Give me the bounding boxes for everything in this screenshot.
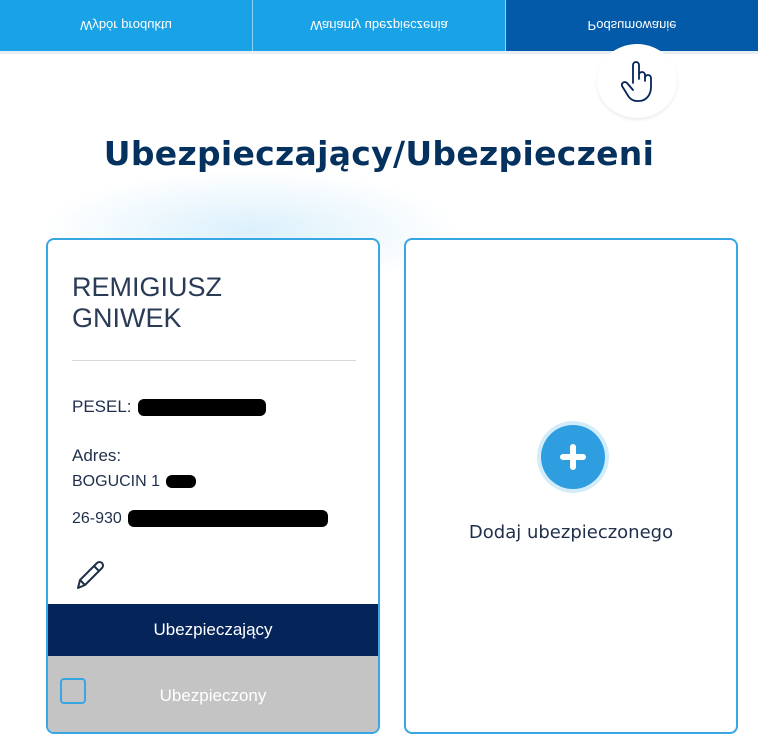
redacted-city [128, 510, 329, 528]
person-last-name: GNIWEK [72, 303, 182, 333]
hand-pointer-icon [597, 44, 677, 118]
step-insurance-variants[interactable]: Warianty ubezpieczenia [253, 0, 506, 51]
address-label: Adres: [72, 446, 122, 465]
role-policyholder-button[interactable]: Ubezpieczający [48, 604, 378, 656]
person-name: REMIGIUSZ GNIWEK [72, 272, 222, 334]
redacted-pesel [138, 399, 267, 417]
role-insured-button[interactable]: Ubezpieczony [48, 656, 378, 732]
role-insured-label: Ubezpieczony [159, 686, 267, 705]
page-title: Ubezpieczający/Ubezpieczeni [103, 134, 655, 173]
pencil-icon[interactable] [72, 558, 108, 599]
step-label: Warianty ubezpieczenia [310, 18, 448, 33]
address-line-1-text: BOGUCIN 1 [72, 473, 161, 490]
divider [72, 360, 356, 361]
add-insured-label: Dodaj ubezpieczonego [468, 522, 674, 543]
plus-icon[interactable] [541, 425, 605, 489]
pesel-label: PESEL: [72, 397, 132, 416]
role-policyholder-label: Ubezpieczający [153, 620, 273, 639]
checkbox-icon[interactable] [60, 678, 86, 704]
redacted-house-number [166, 475, 197, 489]
insured-person-card: REMIGIUSZ GNIWEK PESEL: Adres: BOGUCIN 1… [46, 238, 380, 734]
address-line-2-text: 26-930 [72, 510, 122, 527]
step-product-choice[interactable]: Wybór produktu [0, 0, 253, 51]
address-line-1: BOGUCIN 1 [72, 473, 197, 491]
pesel-row: PESEL: [72, 397, 267, 417]
person-first-name: REMIGIUSZ [72, 272, 223, 302]
step-label: Podsumowanie [587, 18, 677, 33]
step-label: Wybór produktu [80, 18, 172, 33]
address-line-2: 26-930 [72, 510, 329, 528]
add-insured-card[interactable]: Dodaj ubezpieczonego [404, 238, 738, 734]
